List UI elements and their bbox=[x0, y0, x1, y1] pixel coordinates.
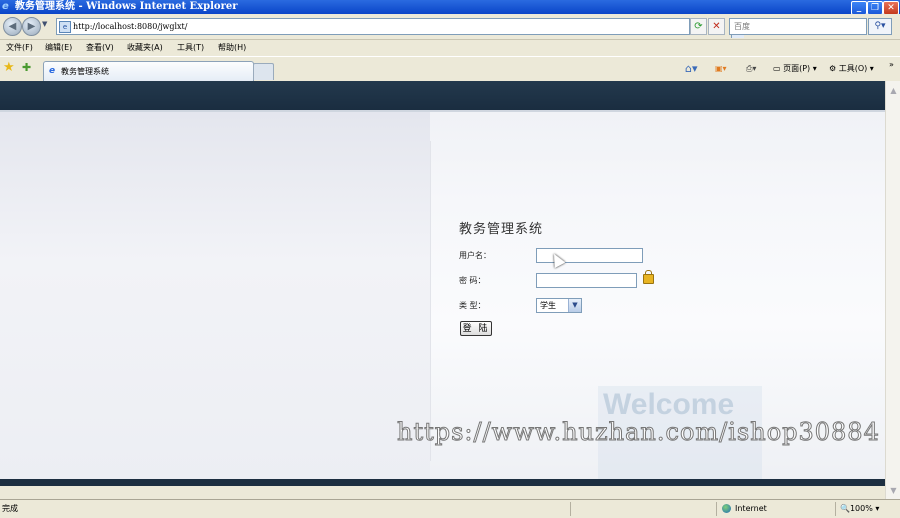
forward-button[interactable]: ▶ bbox=[22, 17, 41, 36]
maximize-button[interactable]: ❐ bbox=[867, 1, 883, 15]
user-type-select[interactable]: 学生 ▼ bbox=[536, 298, 582, 313]
add-favorite-icon[interactable]: ✚ bbox=[22, 61, 31, 75]
tab-page-icon: e bbox=[49, 66, 56, 76]
home-icon[interactable]: ⌂▾ bbox=[685, 61, 698, 77]
ie-logo-icon: e bbox=[2, 1, 9, 12]
zone-label: Internet bbox=[735, 504, 767, 513]
search-icon: ⚲▾ bbox=[874, 21, 886, 31]
maximize-icon: ❐ bbox=[870, 3, 880, 13]
stop-button[interactable]: ✕ bbox=[708, 18, 725, 35]
user-type-value: 学生 bbox=[540, 301, 556, 310]
address-bar[interactable]: e http://localhost:8080/jwglxt/ ▼ bbox=[56, 18, 744, 38]
gear-icon: ⚙ bbox=[829, 64, 837, 73]
login-button[interactable]: 登 陆 bbox=[460, 321, 492, 336]
status-text: 完成 bbox=[2, 504, 18, 513]
username-label: 用户名： bbox=[459, 251, 491, 260]
menu-file[interactable]: 文件(F) bbox=[6, 40, 33, 55]
print-icon[interactable]: ⎙▾ bbox=[746, 61, 756, 77]
watermark-text: https://www.huzhan.com/ishop30884 bbox=[397, 418, 880, 447]
page-content: Welcome 教务管理系统 用户名： 密 码： 类 型： 学生 ▼ 登 陆 h… bbox=[0, 81, 885, 486]
lock-icon bbox=[643, 270, 654, 284]
favorites-star-icon[interactable]: ★ bbox=[3, 60, 15, 76]
page-menu-label: 页面(P) bbox=[783, 64, 811, 73]
vertical-scrollbar[interactable]: ▲ ▼ bbox=[885, 81, 900, 499]
address-input[interactable]: http://localhost:8080/jwglxt/ bbox=[73, 19, 187, 34]
refresh-button[interactable]: ⟳ bbox=[690, 18, 707, 35]
footer-banner bbox=[0, 479, 885, 486]
zoom-level: 100% bbox=[849, 504, 873, 513]
menu-edit[interactable]: 编辑(E) bbox=[45, 40, 72, 55]
globe-icon bbox=[722, 504, 731, 513]
search-button[interactable]: ⚲▾ bbox=[868, 18, 892, 35]
tools-menu-label: 工具(O) bbox=[838, 64, 868, 73]
left-decorative-panel bbox=[0, 112, 430, 486]
search-input[interactable] bbox=[730, 19, 866, 34]
back-button[interactable]: ◀ bbox=[3, 17, 22, 36]
header-banner bbox=[0, 81, 885, 112]
history-dropdown-icon[interactable]: ▼ bbox=[42, 20, 47, 28]
toolbar-overflow-icon[interactable]: » bbox=[889, 57, 894, 73]
tab-label: 教务管理系统 bbox=[61, 67, 109, 76]
type-label: 类 型： bbox=[459, 301, 486, 310]
panel-divider bbox=[430, 141, 431, 461]
tools-menu-button[interactable]: ⚙ 工具(O) ▾ bbox=[829, 61, 874, 77]
menu-tools[interactable]: 工具(T) bbox=[177, 40, 204, 55]
refresh-icon: ⟳ bbox=[694, 21, 703, 32]
close-icon: ✕ bbox=[887, 3, 895, 13]
tab-command-bar: ★ ✚ e 教务管理系统 ⌂▾ ▣▾ ⎙▾ ▭ 页面(P) ▾ ⚙ 工具(O) … bbox=[0, 56, 900, 82]
stop-icon: ✕ bbox=[712, 21, 721, 32]
zoom-icon: 🔍 bbox=[840, 504, 850, 513]
scroll-down-icon[interactable]: ▼ bbox=[887, 483, 900, 498]
chevron-down-icon[interactable]: ▼ bbox=[568, 299, 581, 312]
page-menu-icon: ▭ bbox=[773, 64, 781, 73]
close-button[interactable]: ✕ bbox=[883, 1, 899, 15]
scroll-up-icon[interactable]: ▲ bbox=[887, 83, 900, 98]
menu-favorites[interactable]: 收藏夹(A) bbox=[127, 40, 163, 55]
password-input[interactable] bbox=[536, 273, 637, 288]
welcome-text: Welcome bbox=[603, 388, 735, 421]
status-separator bbox=[570, 502, 571, 516]
tab-active[interactable]: e 教务管理系统 bbox=[43, 61, 254, 81]
search-box[interactable] bbox=[729, 18, 867, 35]
arrow-left-icon: ◀ bbox=[8, 21, 17, 32]
zoom-control[interactable]: 🔍100% ▾ bbox=[840, 500, 879, 518]
arrow-right-icon: ▶ bbox=[27, 21, 36, 32]
status-bar: 完成 Internet 🔍100% ▾ bbox=[0, 499, 900, 518]
window-title: 教务管理系统 - Windows Internet Explorer bbox=[15, 1, 238, 12]
status-separator bbox=[716, 502, 717, 516]
menu-bar: 文件(F) 编辑(E) 查看(V) 收藏夹(A) 工具(T) 帮助(H) bbox=[0, 40, 900, 55]
feeds-icon[interactable]: ▣▾ bbox=[715, 61, 727, 77]
new-tab-button[interactable] bbox=[253, 63, 274, 80]
address-toolbar: ◀ ▶ ▼ e http://localhost:8080/jwglxt/ ▼ … bbox=[0, 14, 900, 40]
minimize-icon: _ bbox=[856, 3, 862, 13]
minimize-button[interactable]: _ bbox=[851, 1, 867, 15]
status-separator bbox=[835, 502, 836, 516]
menu-view[interactable]: 查看(V) bbox=[86, 40, 114, 55]
security-zone[interactable]: Internet bbox=[722, 500, 767, 518]
window-title-bar[interactable]: e 教务管理系统 - Windows Internet Explorer _ ❐… bbox=[0, 0, 900, 15]
password-label: 密 码： bbox=[459, 276, 486, 285]
login-title: 教务管理系统 bbox=[459, 222, 544, 237]
page-icon: e bbox=[59, 21, 71, 33]
page-menu-button[interactable]: ▭ 页面(P) ▾ bbox=[773, 61, 817, 77]
menu-help[interactable]: 帮助(H) bbox=[218, 40, 246, 55]
